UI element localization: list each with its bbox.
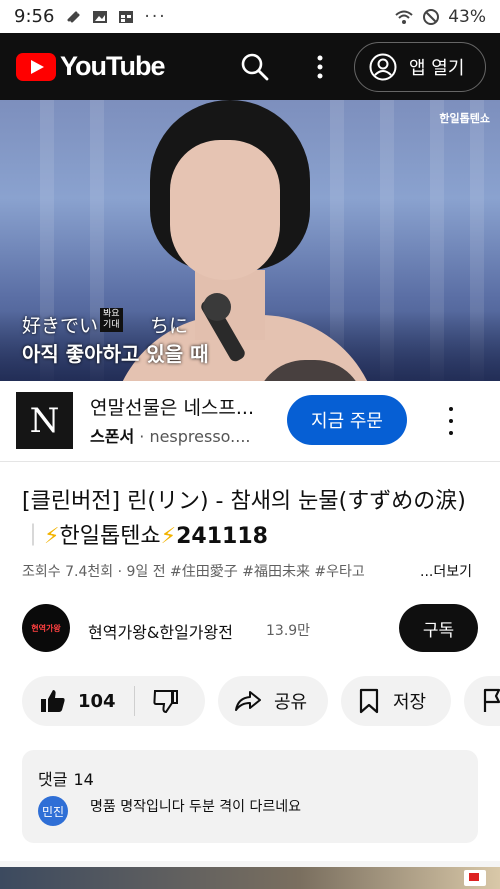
video-title[interactable]: [클린버전] 린(リン) - 참새의 눈물(すずめの涙)｜⚡한일톱텐쇼⚡2411… [22,484,482,554]
video-player[interactable]: 한일톱텐쇼 好きでい ちに 봐요 기대 아직 좋아하고 있을 때 [0,100,500,381]
thumbs-up-icon [41,690,65,712]
image-icon [93,10,108,23]
link-icon [67,11,80,22]
ad-menu-icon[interactable] [444,407,458,435]
open-app-button[interactable]: 앱 열기 [354,42,486,92]
wifi-icon [395,10,413,24]
account-icon [369,53,397,81]
calendar-icon [119,10,134,23]
bolt-icon: ⚡ [160,524,177,549]
share-icon [235,691,261,711]
more-dots: ··· [144,6,167,27]
channel-avatar[interactable]: 현역가왕 [22,604,70,652]
more-vert-icon[interactable] [313,54,327,80]
subscribe-button[interactable]: 구독 [399,604,478,652]
commenter-avatar: 민진 [38,796,68,826]
battery-percent: 43% [448,6,486,27]
comments-panel[interactable]: 댓글 14 민진 명품 명작입니다 두분 격이 다르네요 [22,750,478,843]
flag-icon [464,870,486,886]
share-button[interactable]: 공유 [218,676,328,726]
ad-subtitle: 스폰서 · nespresso.... [90,427,251,446]
order-now-button[interactable]: 지금 주문 [287,395,407,445]
comments-header: 댓글 14 [38,770,94,789]
status-bar: 9:56 ··· 43% [0,0,500,33]
search-icon[interactable] [240,52,270,82]
sponsor-label: 스폰서 [90,427,135,446]
save-button[interactable]: 저장 [341,676,451,726]
bookmark-icon [359,688,379,714]
bolt-icon: ⚡ [44,524,60,549]
share-label: 공유 [274,692,308,713]
ad-title[interactable]: 연말선물은 네스프... [90,393,254,420]
video-meta: 조회수 7.4천회 · 9일 전 #住田愛子 #福田未来 #우타고 [22,564,365,580]
advertiser-logo: N [16,392,73,449]
sponsored-ad[interactable]: N 연말선물은 네스프... 스폰서 · nespresso.... 지금 주문 [0,381,500,461]
ad-domain: nespresso.... [149,427,251,446]
notification-icons: ··· [66,7,166,27]
divider [0,461,500,462]
save-label: 저장 [393,692,427,713]
report-button[interactable] [464,676,500,726]
top-comment: 명품 명작입니다 두분 격이 다르네요 [90,799,301,815]
lyric-korean: 아직 좋아하고 있을 때 [22,342,209,366]
lyric-note: 봐요 기대 [100,308,123,332]
do-not-disturb-icon [423,8,440,25]
like-button[interactable]: 104 [22,676,134,726]
open-app-label: 앱 열기 [409,58,465,79]
app-header: YouTube 앱 열기 [0,33,500,100]
youtube-logo[interactable]: YouTube [16,51,165,82]
dislike-button[interactable] [135,689,179,713]
youtube-play-icon [16,52,56,81]
clock: 9:56 [14,6,55,27]
flag-icon [483,688,500,712]
system-icons: 43% [394,7,486,27]
channel-watermark: 한일톱텐쇼 [439,112,490,125]
like-dislike-pill: 104 [22,676,205,726]
thumbs-down-icon [153,690,178,713]
like-count: 104 [78,690,116,712]
logo-text: YouTube [60,51,165,81]
subscriber-count: 13.9만 [266,623,311,639]
more-button[interactable]: ...더보기 [420,561,472,581]
channel-name[interactable]: 현역가왕&한일가왕전 [88,619,233,643]
next-video-thumbnail[interactable] [0,867,500,889]
